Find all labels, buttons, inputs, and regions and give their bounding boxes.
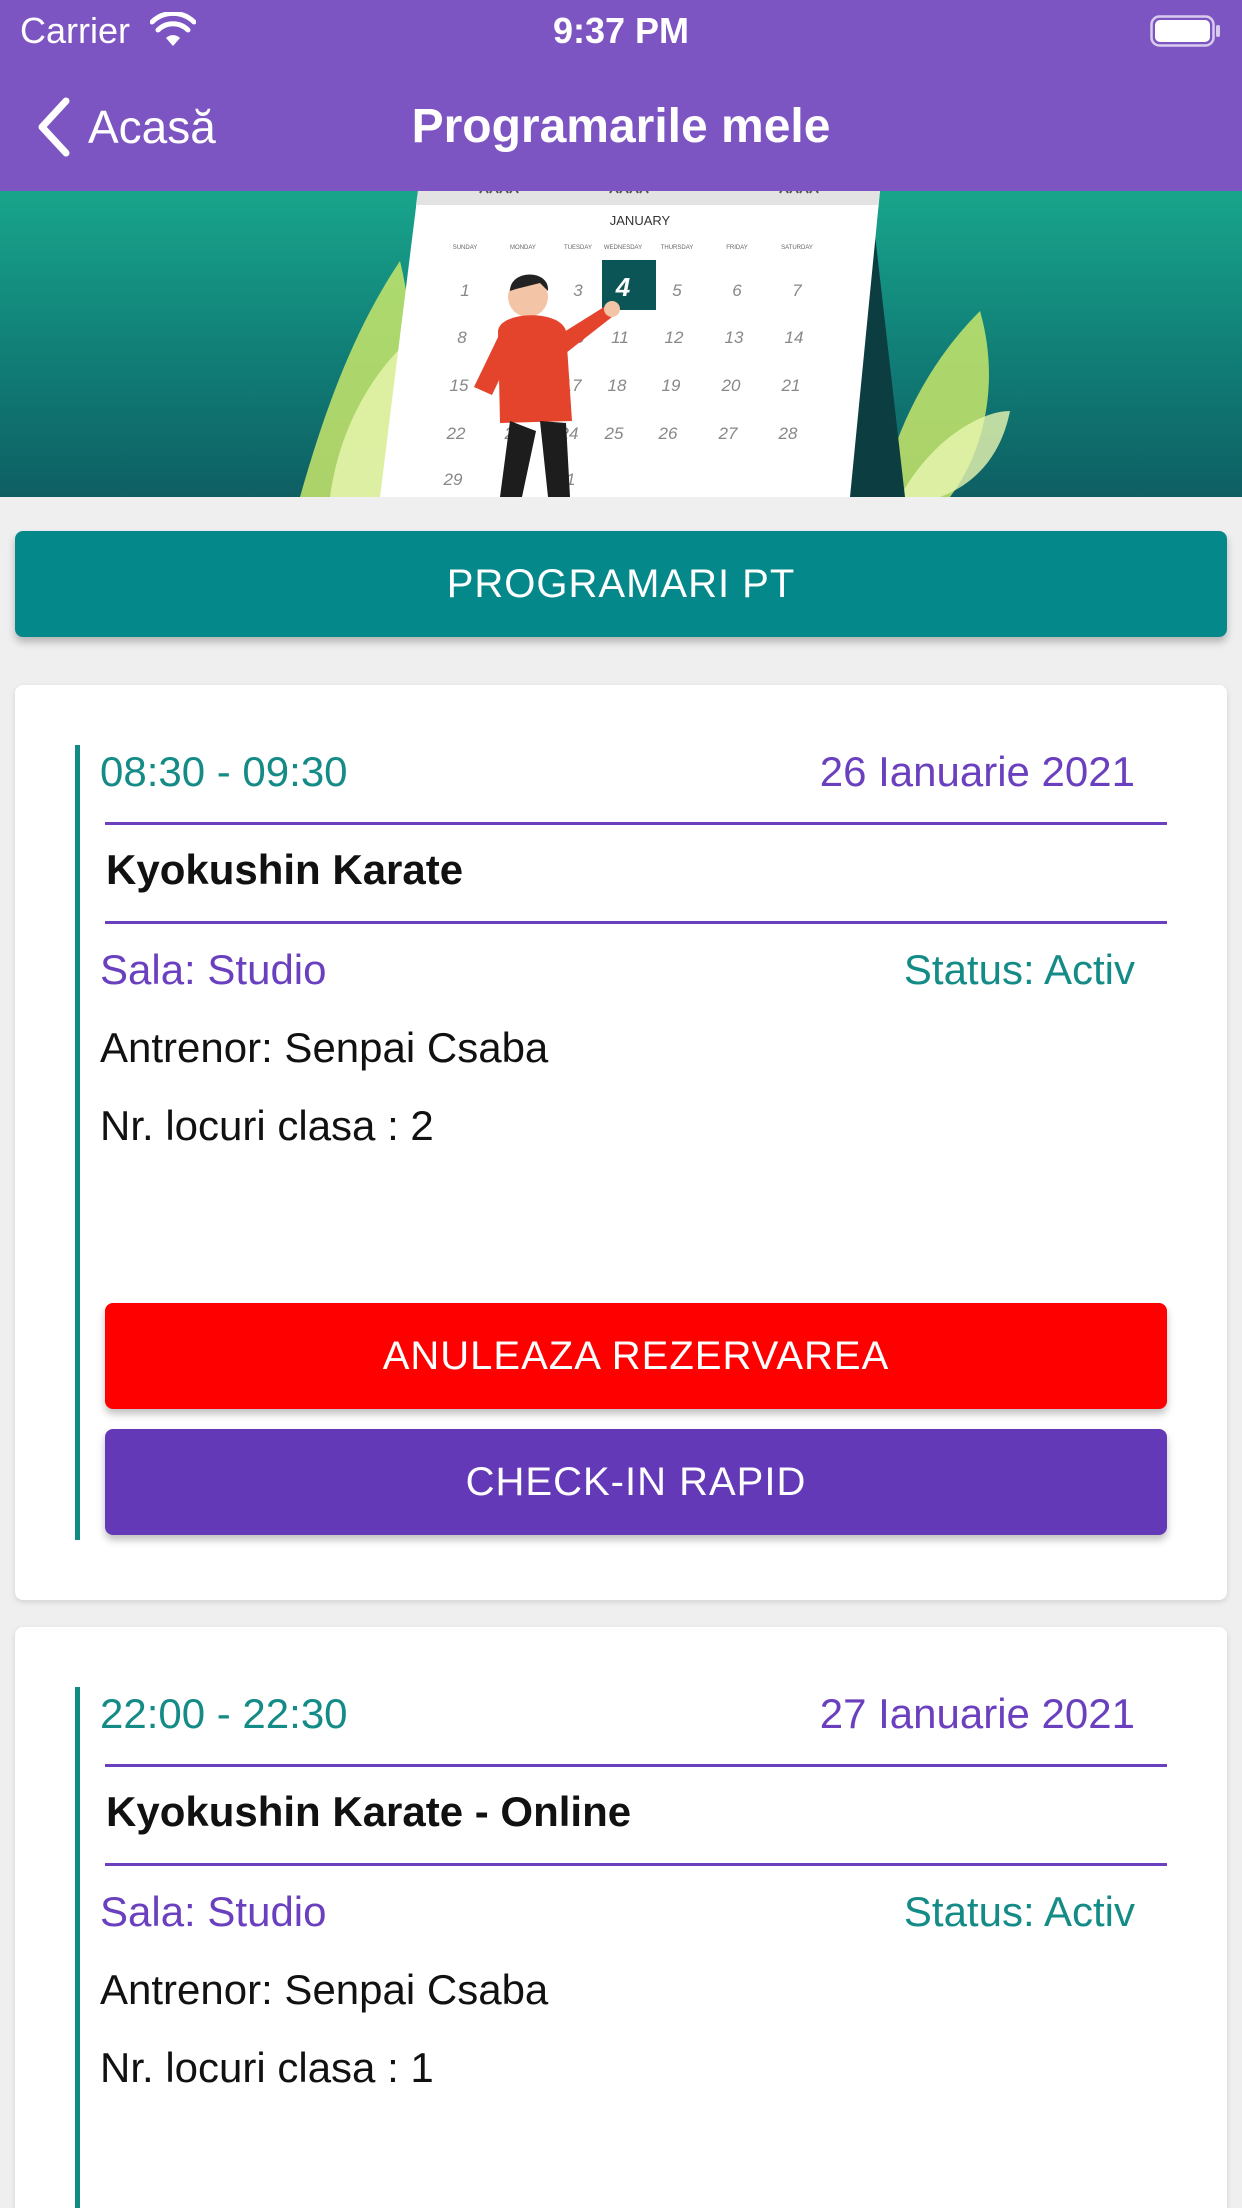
calendar-day: 20: [721, 376, 741, 395]
app-header: Carrier 9:37 PM Acasă Programarile mele: [0, 0, 1242, 191]
divider: [105, 921, 1167, 924]
calendar-banner: JANUARY SUNDAY MONDAY TUESDAY WEDNESDAY THUR…: [0, 191, 1242, 497]
calendar-weekday: THURSDAY: [661, 245, 694, 251]
quick-checkin-button[interactable]: CHECK-IN RAPID: [105, 1429, 1167, 1535]
calendar-weekday: WEDNESDAY: [604, 245, 642, 251]
room-label: Sala: Studio: [100, 1888, 327, 1935]
appointment-date: 27 Ianuarie 2021: [819, 1690, 1135, 1737]
cancel-reservation-button[interactable]: ANULEAZA REZERVAREA: [105, 1303, 1167, 1409]
calendar-day: 7: [792, 281, 802, 300]
calendar-day: 8: [457, 328, 467, 347]
divider: [105, 822, 1167, 825]
class-name: Kyokushin Karate: [106, 846, 464, 893]
status-time: 9:37 PM: [552, 10, 690, 51]
calendar-day: 28: [778, 424, 798, 443]
card-accent-bar: [75, 1687, 80, 2208]
calendar-month-label: JANUARY: [610, 213, 671, 228]
appointment-card: 08:30 - 09:30 26 Ianuarie 2021 Kyokushin…: [15, 685, 1227, 1600]
trainer-label: Antrenor: Senpai Csaba: [100, 1024, 549, 1071]
card-accent-bar: [75, 745, 80, 1540]
calendar-day: 14: [785, 328, 804, 347]
appointment-time: 08:30 - 09:30: [100, 748, 348, 795]
appointment-time: 22:00 - 22:30: [100, 1690, 348, 1737]
calendar-day-highlighted: 4: [615, 272, 631, 302]
calendar-day: 25: [604, 424, 624, 443]
calendar-weekday: FRIDAY: [726, 245, 748, 251]
navigation-bar: Acasă Programarile mele: [0, 62, 1242, 191]
divider: [105, 1863, 1167, 1866]
calendar-day: 18: [608, 376, 627, 395]
battery-icon: [1150, 15, 1220, 47]
seats-label: Nr. locuri clasa : 1: [100, 2044, 434, 2091]
status-label: Status: Activ: [903, 946, 1135, 993]
page-title: Programarile mele: [411, 100, 831, 153]
status-bar: Carrier 9:37 PM: [0, 0, 1242, 62]
calendar-day: 21: [781, 376, 801, 395]
room-label: Sala: Studio: [100, 946, 327, 993]
calendar-day: 13: [725, 328, 744, 347]
appointment-date: 26 Ianuarie 2021: [819, 748, 1135, 795]
calendar-day: 26: [658, 424, 678, 443]
calendar-day: 3: [573, 281, 583, 300]
calendar-day: 19: [662, 376, 681, 395]
trainer-label: Antrenor: Senpai Csaba: [100, 1966, 549, 2013]
calendar-weekday: MONDAY: [510, 245, 536, 251]
divider: [105, 1764, 1167, 1767]
calendar-day: 11: [611, 328, 629, 347]
calendar-day: 27: [718, 424, 738, 443]
calendar-day: 5: [672, 281, 682, 300]
calendar-day: 29: [443, 470, 463, 489]
status-label: Status: Activ: [903, 1888, 1135, 1935]
calendar-illustration: JANUARY SUNDAY MONDAY TUESDAY WEDNESDAY THUR…: [300, 191, 1010, 497]
calendar-weekday: SATURDAY: [781, 245, 813, 251]
calendar-day: 6: [732, 281, 742, 300]
calendar-weekday: SUNDAY: [453, 245, 478, 251]
calendar-weekday: TUESDAY: [564, 245, 592, 251]
calendar-day: 22: [446, 424, 466, 443]
programari-pt-button[interactable]: PROGRAMARI PT: [15, 531, 1227, 637]
appointment-card: 22:00 - 22:30 27 Ianuarie 2021 Kyokushin…: [15, 1627, 1227, 2208]
class-name: Kyokushin Karate - Online: [106, 1788, 632, 1835]
calendar-day: 15: [450, 376, 469, 395]
seats-label: Nr. locuri clasa : 2: [100, 1102, 434, 1149]
calendar-day: 1: [460, 281, 469, 300]
calendar-day: 12: [665, 328, 684, 347]
